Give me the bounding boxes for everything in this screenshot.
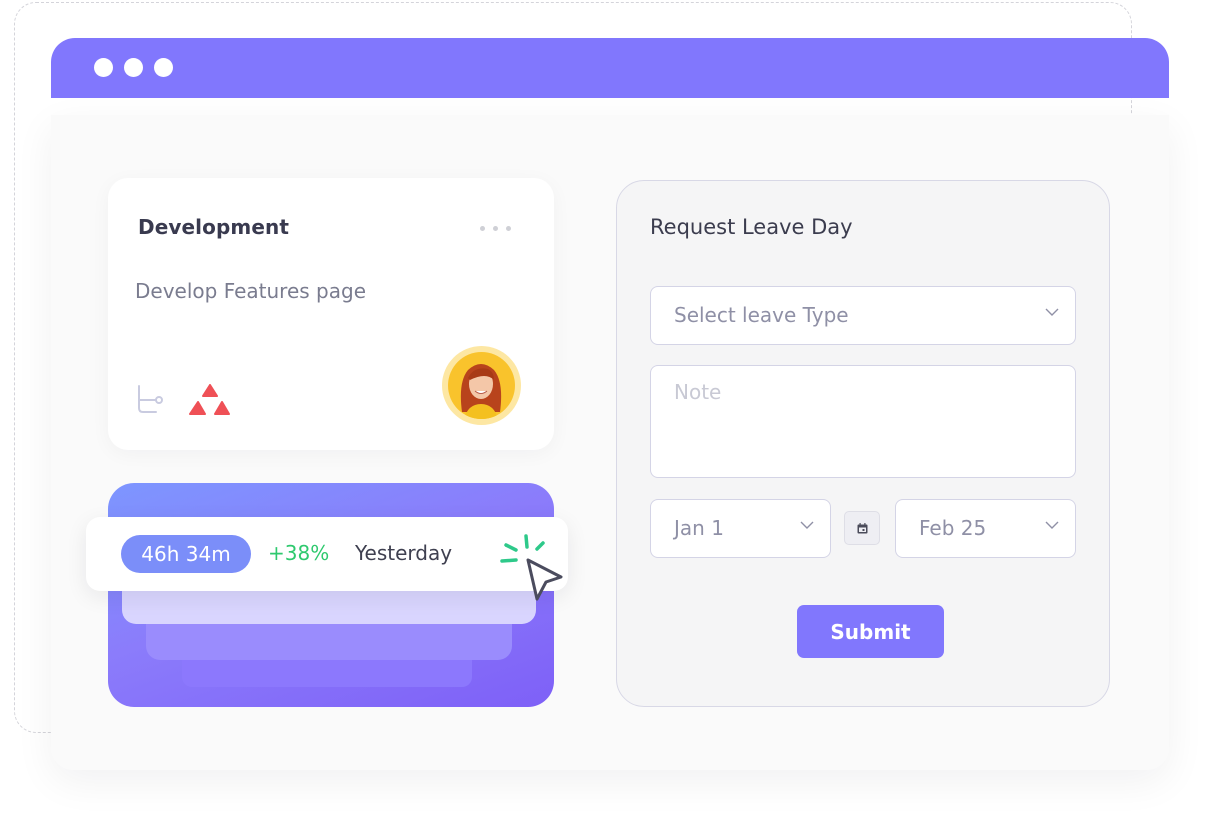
chevron-down-icon <box>1045 521 1059 529</box>
end-date-value: Feb 25 <box>919 516 987 540</box>
task-card[interactable]: Development Develop Features page <box>108 178 554 450</box>
window-control-dot[interactable] <box>154 58 173 77</box>
change-percentage: +38% <box>268 541 330 565</box>
note-textarea[interactable]: Note <box>650 365 1076 478</box>
user-avatar[interactable] <box>442 346 521 425</box>
task-title: Development <box>138 215 289 239</box>
chevron-down-icon <box>1045 308 1059 316</box>
more-options-icon[interactable] <box>478 226 512 232</box>
calendar-icon <box>857 523 868 534</box>
calendar-button[interactable] <box>844 511 880 545</box>
window-control-dot[interactable] <box>94 58 113 77</box>
triangles-logo-icon <box>189 384 230 415</box>
avatar-portrait-icon <box>460 364 502 419</box>
end-date-select[interactable]: Feb 25 <box>895 499 1076 558</box>
period-label: Yesterday <box>355 541 453 565</box>
chevron-down-icon <box>800 521 814 529</box>
form-title: Request Leave Day <box>650 215 853 239</box>
window-title-bar <box>51 38 1169 98</box>
start-date-value: Jan 1 <box>674 516 724 540</box>
submit-button[interactable]: Submit <box>797 605 944 658</box>
leave-type-select[interactable]: Select leave Type <box>650 286 1076 345</box>
tree-branch-icon <box>138 385 163 413</box>
cursor-click-icon <box>500 534 563 601</box>
leave-type-placeholder: Select leave Type <box>674 303 849 327</box>
start-date-select[interactable]: Jan 1 <box>650 499 831 558</box>
time-stat-bar[interactable]: 46h 34m +38% Yesterday <box>86 517 568 591</box>
window-control-dot[interactable] <box>124 58 143 77</box>
note-placeholder: Note <box>674 380 722 404</box>
duration-badge: 46h 34m <box>121 535 251 573</box>
task-description: Develop Features page <box>135 279 366 303</box>
